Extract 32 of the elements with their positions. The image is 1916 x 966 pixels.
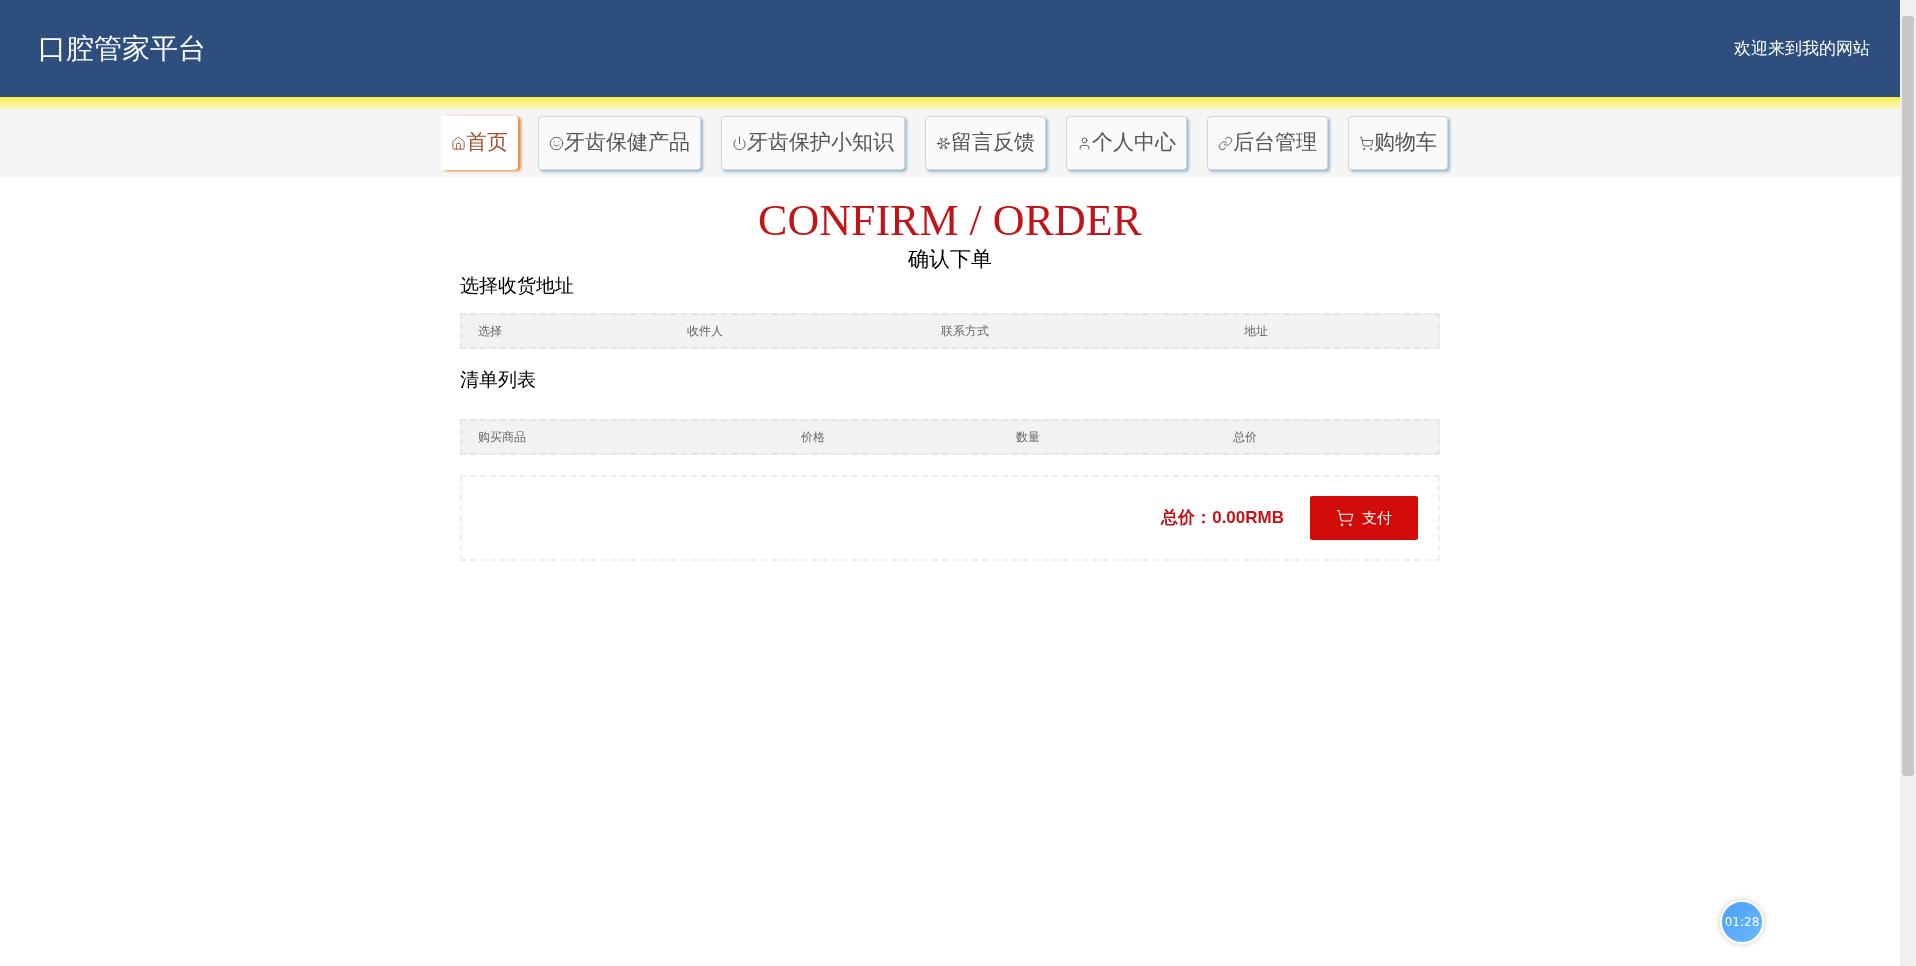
nav-tab[interactable]: 后台管理 [1206,116,1328,170]
power-icon [731,135,747,151]
site-title: 口腔管家平台 [38,30,206,67]
nav-tab[interactable]: 留言反馈 [924,116,1046,170]
nav-tab[interactable]: 个人中心 [1065,116,1187,170]
person-icon [1076,135,1092,151]
nav-tab[interactable]: 牙齿保健产品 [537,116,701,170]
snowflake-icon [935,135,951,151]
column-header: 数量 [1016,429,1041,446]
cart-icon [1358,135,1374,151]
total-price: 总价：0.00RMB [1161,507,1284,530]
page-title: CONFIRM / ORDER [757,197,1143,245]
nav-tab[interactable]: 购物车 [1347,116,1448,170]
cart-icon [1336,509,1354,527]
link-icon [1217,135,1233,151]
column-header: 收件人 [687,323,724,340]
welcome-text: 欢迎来到我的网站 [1734,36,1870,60]
column-header: 地址 [1244,323,1269,340]
column-header: 总价 [1233,429,1258,446]
timer-badge: 01:28 [1720,900,1764,944]
nav-tab[interactable]: 首页 [440,116,518,170]
column-header: 联系方式 [941,323,990,340]
column-header: 价格 [801,429,826,446]
house-icon [450,135,466,151]
page-subtitle: 确认下单 [907,246,993,273]
section-title: 清单列表 [460,367,537,392]
pay-button[interactable]: 支付 [1310,496,1418,540]
section-title: 选择收货地址 [460,273,575,298]
column-header: 选择 [478,323,503,340]
smiley-icon [548,135,564,151]
column-header: 购买商品 [478,429,527,446]
nav-tab[interactable]: 牙齿保护小知识 [720,116,905,170]
